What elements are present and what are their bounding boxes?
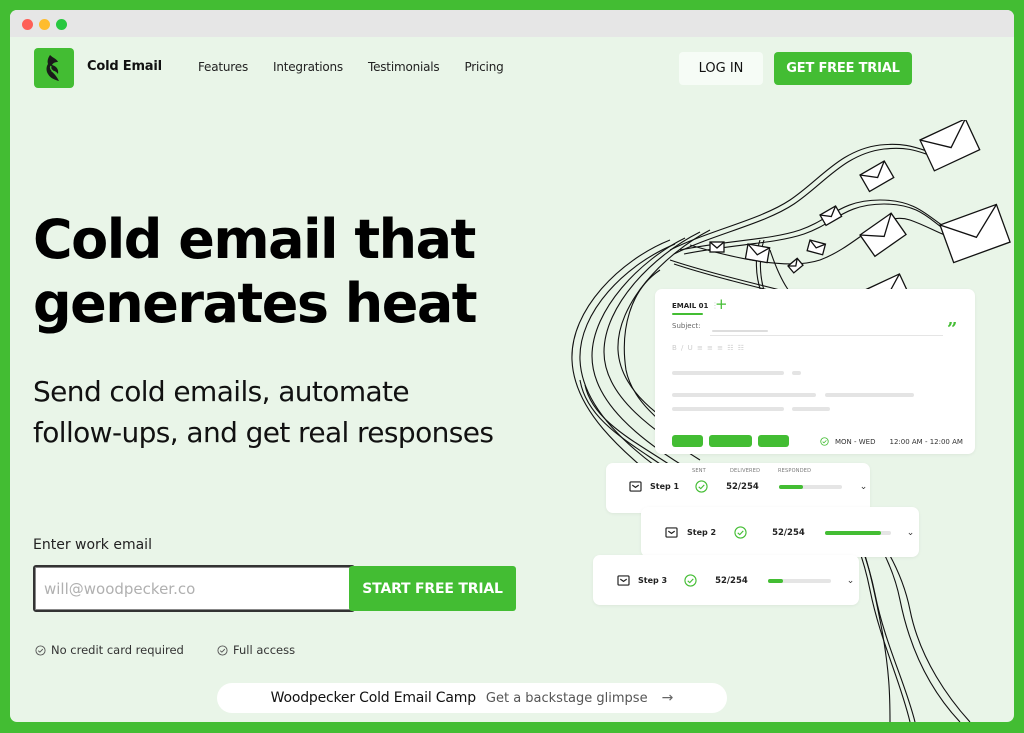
sent-check-icon <box>734 526 747 539</box>
check-circle-icon <box>217 644 228 656</box>
start-free-trial-button[interactable]: START FREE TRIAL <box>349 566 516 611</box>
responded-progress-bar <box>824 530 891 535</box>
schedule-days: MON - WED <box>835 437 876 446</box>
text-placeholder <box>792 407 830 411</box>
close-window-button[interactable] <box>22 19 33 30</box>
column-header-delivered: DELIVERED <box>730 468 761 474</box>
mail-icon <box>665 527 678 538</box>
responded-progress-bar <box>767 578 831 583</box>
chevron-down-icon[interactable]: ⌄ <box>860 482 868 492</box>
check-circle-icon <box>820 437 829 446</box>
maximize-window-button[interactable] <box>56 19 67 30</box>
step-name: Step 3 <box>638 576 668 585</box>
step-row: Step 1 52/254 ⌄ <box>629 480 867 493</box>
perk-label: No credit card required <box>51 643 184 657</box>
brand-name: Cold Email <box>87 59 162 74</box>
email-editor-card: EMAIL 01 ⋮ + Subject: ” B / U ≡ ≡ ≡ ☷ ☷ … <box>655 289 975 454</box>
text-placeholder <box>672 393 816 397</box>
schedule: MON - WED 12:00 AM - 12:00 AM <box>820 437 963 446</box>
headline-line2: generates heat <box>33 272 478 335</box>
step-card[interactable]: Step 3 52/254 ⌄ <box>593 555 859 605</box>
nav-pricing[interactable]: Pricing <box>464 60 503 74</box>
login-button[interactable]: LOG IN <box>679 52 763 85</box>
delivered-count: 52/254 <box>726 481 759 492</box>
headline-bold: Cold email <box>33 208 339 271</box>
main-nav: Features Integrations Testimonials Prici… <box>198 60 529 74</box>
delivered-count: 52/254 <box>715 575 748 586</box>
progress-fill <box>767 578 783 583</box>
get-free-trial-button[interactable]: GET FREE TRIAL <box>774 52 912 85</box>
step-row: Step 2 52/254 ⌄ <box>665 526 914 539</box>
title-bar <box>10 10 1014 37</box>
progress-fill <box>824 530 881 535</box>
active-tab-indicator <box>672 313 703 315</box>
step-card[interactable]: SENT DELIVERED RESPONDED Step 1 52/254 ⌄ <box>606 463 870 513</box>
text-placeholder <box>825 393 914 397</box>
column-header-sent: SENT <box>692 468 706 474</box>
text-placeholder <box>792 371 801 375</box>
nav-testimonials[interactable]: Testimonials <box>368 60 440 74</box>
chevron-down-icon[interactable]: ⌄ <box>907 528 915 538</box>
subject-placeholder <box>712 330 768 332</box>
green-action-button[interactable] <box>709 435 752 447</box>
mail-icon <box>629 481 642 492</box>
nav-integrations[interactable]: Integrations <box>273 60 343 74</box>
chevron-down-icon[interactable]: ⌄ <box>847 576 855 586</box>
step-row: Step 3 52/254 ⌄ <box>617 574 854 587</box>
perk-full-access: Full access <box>217 643 295 657</box>
responded-progress-bar <box>778 484 842 489</box>
perk-label: Full access <box>233 643 296 657</box>
nav-features[interactable]: Features <box>198 60 248 74</box>
step-card[interactable]: Step 2 52/254 ⌄ <box>641 507 919 557</box>
quote-icon: ” <box>947 319 958 340</box>
sent-check-icon <box>695 480 708 493</box>
minimize-window-button[interactable] <box>39 19 50 30</box>
work-email-input[interactable] <box>33 565 355 612</box>
schedule-hours: 12:00 AM - 12:00 AM <box>889 437 963 446</box>
hero-subheading: Send cold emails, automate follow-ups, a… <box>33 375 494 449</box>
plus-icon[interactable]: + <box>715 295 728 313</box>
green-action-button[interactable] <box>758 435 789 447</box>
delivered-count: 52/254 <box>772 527 805 538</box>
text-placeholder <box>672 407 784 411</box>
step-name: Step 2 <box>687 528 717 537</box>
sent-check-icon <box>684 574 697 587</box>
green-action-button[interactable] <box>672 435 703 447</box>
woodpecker-bird-icon <box>46 55 59 81</box>
logo[interactable] <box>34 48 74 88</box>
perk-no-credit-card: No credit card required <box>35 643 184 657</box>
text-placeholder <box>672 371 784 375</box>
email-tab[interactable]: EMAIL 01 <box>672 302 708 310</box>
step-name: Step 1 <box>650 482 680 491</box>
email-label: Enter work email <box>33 537 152 553</box>
progress-fill <box>778 484 803 489</box>
hero-headline: Cold email that generates heat <box>33 208 478 336</box>
camp-title: Woodpecker Cold Email Camp <box>270 690 476 706</box>
subject-underline <box>710 335 943 336</box>
subject-label: Subject: <box>672 322 701 330</box>
mail-icon <box>617 575 630 586</box>
column-header-responded: RESPONDED <box>778 468 812 474</box>
headline-rest: that <box>354 208 476 271</box>
format-toolbar: B / U ≡ ≡ ≡ ☷ ☷ <box>672 344 746 352</box>
check-circle-icon <box>35 644 46 656</box>
